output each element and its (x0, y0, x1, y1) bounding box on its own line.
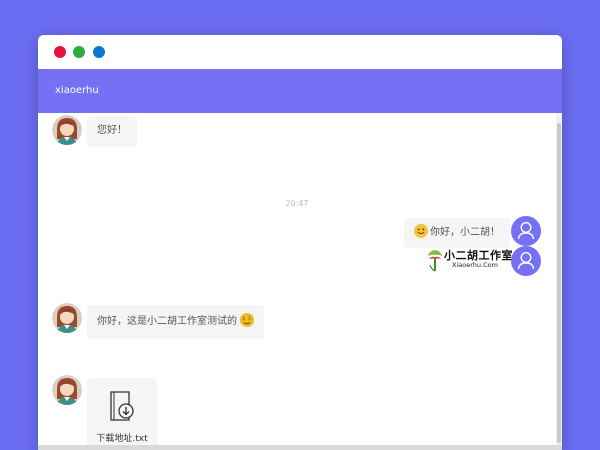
maximize-window-button[interactable] (93, 46, 105, 58)
message-bubble: 你好，这是小二胡工作室测试的 $ $ (87, 305, 264, 339)
logo-subtitle: Xiaoerhu.Com (452, 261, 498, 269)
chat-title: xiaoerhu (55, 85, 99, 96)
girl-avatar-icon (52, 375, 82, 405)
bottom-bar (38, 445, 562, 450)
minimize-window-button[interactable] (73, 46, 85, 58)
message-text: 您好！ (97, 125, 127, 136)
chat-window: xiaoerhu 您好！ 20:47 你好，小二胡！ 小二胡工作室 Xiaoer… (38, 35, 562, 450)
contact-avatar[interactable] (52, 115, 82, 145)
user-icon (517, 221, 535, 240)
money-face-emoji-icon: $ $ (240, 313, 254, 327)
message-text: 你好，小二胡！ (430, 227, 500, 238)
contact-avatar[interactable] (52, 303, 82, 333)
message-text: 你好，这是小二胡工作室测试的 (97, 316, 237, 327)
scrollbar-thumb[interactable] (557, 123, 561, 443)
svg-text:$: $ (242, 316, 245, 322)
close-window-button[interactable] (54, 46, 66, 58)
svg-text:$: $ (248, 316, 251, 322)
user-avatar[interactable] (511, 246, 541, 276)
image-message[interactable]: 小二胡工作室 Xiaoerhu.Com (426, 247, 513, 273)
file-download-icon (110, 391, 134, 421)
studio-logo-icon (428, 250, 442, 272)
message-list[interactable]: 您好！ 20:47 你好，小二胡！ 小二胡工作室 Xiaoerhu.Com 你好… (38, 113, 556, 450)
girl-avatar-icon (52, 115, 82, 145)
user-avatar[interactable] (511, 216, 541, 246)
user-icon (517, 251, 535, 270)
message-bubble: 您好！ (87, 116, 137, 147)
file-message[interactable]: 下载地址.txt (87, 378, 157, 450)
message-timestamp: 20:47 (285, 199, 309, 208)
scrollbar[interactable] (556, 113, 562, 450)
chat-header: xiaoerhu (38, 69, 562, 113)
title-bar (38, 35, 562, 69)
contact-avatar[interactable] (52, 375, 82, 405)
smile-emoji-icon (414, 224, 428, 238)
message-bubble: 你好，小二胡！ (404, 218, 510, 248)
girl-avatar-icon (52, 303, 82, 333)
file-name: 下载地址.txt (96, 434, 148, 444)
